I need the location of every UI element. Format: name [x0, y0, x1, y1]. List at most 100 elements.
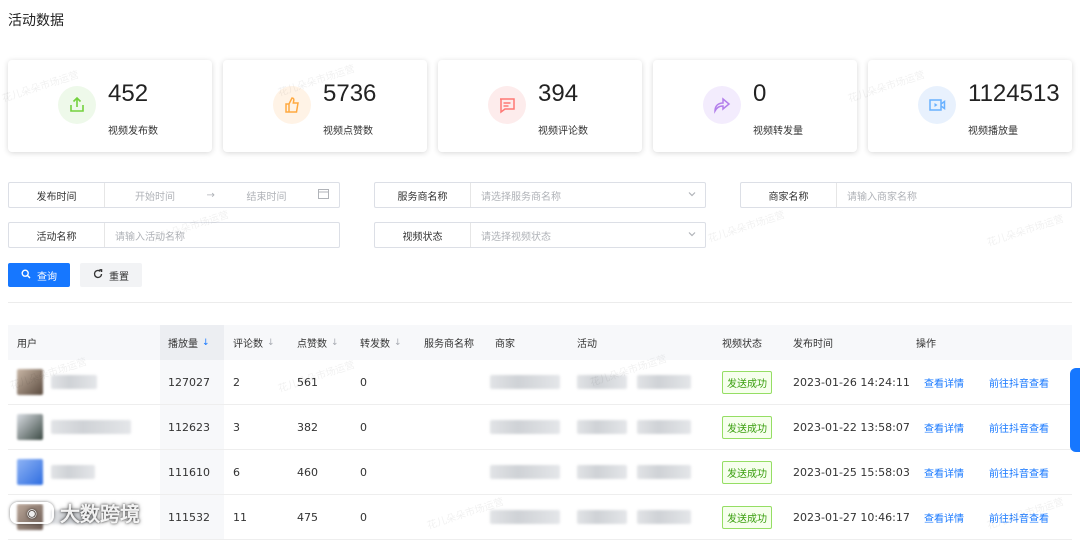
chevron-down-icon	[687, 229, 697, 242]
filter-label: 活动名称	[9, 223, 105, 247]
publish-time-cell: 2023-01-27 10:46:17	[793, 510, 910, 524]
reset-button-label: 重置	[109, 271, 129, 283]
divider	[8, 302, 1072, 303]
shares-cell: 0	[360, 375, 367, 389]
filter-provider-name: 服务商名称 请选择服务商名称	[374, 182, 706, 208]
filter-label: 发布时间	[9, 183, 105, 207]
status-cell: 发送成功	[722, 495, 772, 539]
stat-label: 视频发布数	[108, 126, 158, 137]
comments-cell: 6	[233, 465, 240, 479]
sort-arrow-icon: ↓	[331, 337, 339, 348]
stat-value: 0	[753, 80, 767, 107]
plays-cell: 112623	[160, 405, 224, 449]
side-scroll-handle[interactable]	[1070, 368, 1080, 452]
likes-cell: 561	[297, 375, 318, 389]
col-plays[interactable]: 播放量 ↓	[160, 325, 224, 360]
sort-arrow-icon: ↓	[394, 337, 402, 348]
col-likes[interactable]: 点赞数 ↓	[297, 325, 339, 360]
col-status: 视频状态	[722, 339, 762, 350]
table-row: 112623 3 382 0 发送成功 2023-01-22 13:58:07 …	[8, 405, 1072, 450]
status-cell: 发送成功	[722, 450, 772, 494]
merchant-name-input[interactable]: 请输入商家名称	[837, 183, 1071, 207]
table-header: 用户 播放量 ↓ 评论数 ↓ 点赞数 ↓ 转发数 ↓ 服务商名称 商家 活动 视频状态 …	[8, 325, 1072, 360]
activity-table: 用户 播放量 ↓ 评论数 ↓ 点赞数 ↓ 转发数 ↓ 服务商名称 商家 活动 视频状态 …	[8, 325, 1072, 540]
arrow-right-icon: →	[206, 189, 215, 201]
activity-redacted	[637, 465, 691, 479]
brand-logo-icon: ◉	[10, 501, 54, 524]
shares-cell: 0	[360, 510, 367, 524]
likes-cell: 382	[297, 420, 318, 434]
watermark: 花儿朵朵市场运营	[706, 209, 787, 245]
stat-card-video-publish: 452 视频发布数	[8, 60, 212, 152]
activity-redacted	[637, 420, 691, 434]
col-actions: 操作	[916, 339, 936, 350]
stat-label: 视频点赞数	[323, 126, 373, 137]
user-cell	[17, 360, 97, 404]
activity-cell	[577, 360, 691, 404]
avatar	[17, 369, 43, 395]
stat-value: 1124513	[968, 80, 1060, 107]
view-detail-link[interactable]: 查看详情	[924, 450, 964, 494]
col-provider: 服务商名称	[424, 339, 474, 350]
view-detail-link[interactable]: 查看详情	[924, 360, 964, 404]
col-shares[interactable]: 转发数 ↓	[360, 325, 402, 360]
plays-cell: 111610	[160, 450, 224, 494]
table-row: 111532 11 475 0 发送成功 2023-01-27 10:46:17…	[8, 495, 1072, 540]
comments-cell: 2	[233, 375, 240, 389]
filter-merchant-name: 商家名称 请输入商家名称	[740, 182, 1072, 208]
open-douyin-link[interactable]: 前往抖音查看	[989, 450, 1049, 494]
forward-icon	[703, 86, 741, 124]
activity-redacted	[577, 420, 627, 434]
stats-row: 452 视频发布数 5736 视频点赞数 394 视频评论数 0 视频转发量 1…	[8, 60, 1072, 152]
video-status-select[interactable]: 请选择视频状态	[471, 223, 705, 247]
end-time-input[interactable]: 结束时间	[246, 188, 286, 203]
stat-card-video-comments: 394 视频评论数	[438, 60, 642, 152]
date-range-picker[interactable]: 开始时间 → 结束时间	[105, 183, 339, 207]
stat-label: 视频播放量	[968, 126, 1018, 137]
status-cell: 发送成功	[722, 405, 772, 449]
col-comments[interactable]: 评论数 ↓	[233, 325, 275, 360]
search-button[interactable]: 查询	[8, 263, 70, 287]
activity-redacted	[577, 510, 627, 524]
open-douyin-link[interactable]: 前往抖音查看	[989, 405, 1049, 449]
sort-arrow-icon: ↓	[267, 337, 275, 348]
shares-cell: 0	[360, 420, 367, 434]
col-activity: 活动	[577, 339, 597, 350]
refresh-icon	[93, 268, 103, 282]
open-douyin-link[interactable]: 前往抖音查看	[989, 495, 1049, 539]
merchant-redacted	[490, 420, 560, 434]
filter-label: 视频状态	[375, 223, 471, 247]
view-detail-link[interactable]: 查看详情	[924, 495, 964, 539]
filter-activity-name: 活动名称 请输入活动名称	[8, 222, 340, 248]
stat-label: 视频评论数	[538, 126, 588, 137]
activity-name-input[interactable]: 请输入活动名称	[105, 223, 339, 247]
status-badge: 发送成功	[722, 415, 772, 439]
status-badge: 发送成功	[722, 460, 772, 484]
user-cell	[17, 450, 95, 494]
activity-redacted	[637, 510, 691, 524]
stat-value: 5736	[323, 80, 377, 107]
merchant-cell	[490, 405, 560, 449]
stat-card-video-plays: 1124513 视频播放量	[868, 60, 1072, 152]
user-name-redacted	[51, 420, 131, 434]
open-douyin-link[interactable]: 前往抖音查看	[989, 360, 1049, 404]
merchant-redacted	[490, 510, 560, 524]
col-publish-time: 发布时间	[793, 339, 833, 350]
provider-select[interactable]: 请选择服务商名称	[471, 183, 705, 207]
merchant-cell	[490, 450, 560, 494]
reset-button[interactable]: 重置	[80, 263, 142, 287]
merchant-cell	[490, 360, 560, 404]
brand-name: 大数跨境	[60, 502, 140, 526]
publish-time-cell: 2023-01-22 13:58:07	[793, 420, 910, 434]
thumbs-up-icon	[273, 86, 311, 124]
table-row: 127027 2 561 0 发送成功 2023-01-26 14:24:11 …	[8, 360, 1072, 405]
view-detail-link[interactable]: 查看详情	[924, 405, 964, 449]
avatar	[17, 414, 43, 440]
stat-label: 视频转发量	[753, 126, 803, 137]
user-name-redacted	[51, 465, 95, 479]
start-time-input[interactable]: 开始时间	[135, 188, 175, 203]
video-play-icon	[918, 86, 956, 124]
activity-cell	[577, 450, 691, 494]
share-upload-icon	[58, 86, 96, 124]
filter-label: 商家名称	[741, 183, 837, 207]
